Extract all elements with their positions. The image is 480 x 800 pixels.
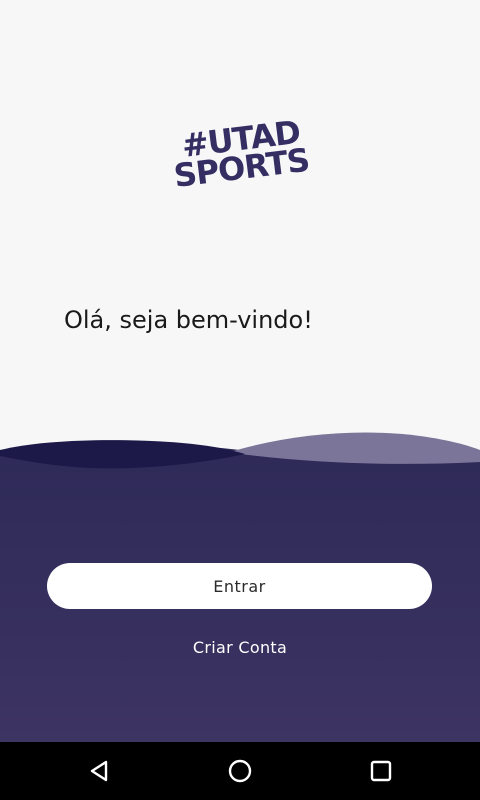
login-button[interactable]: Entrar: [47, 563, 432, 609]
recents-button[interactable]: [341, 742, 421, 800]
recents-icon: [370, 760, 392, 782]
back-button[interactable]: [59, 742, 139, 800]
welcome-screen: #UTAD SPORTS Olá, seja bem-vindo! Entrar…: [0, 0, 480, 800]
home-icon: [228, 759, 252, 783]
back-icon: [90, 760, 108, 782]
android-navigation-bar: [0, 742, 480, 800]
welcome-greeting: Olá, seja bem-vindo!: [64, 306, 313, 334]
utad-sports-logo: #UTAD SPORTS: [172, 113, 312, 200]
create-account-link[interactable]: Criar Conta: [0, 638, 480, 657]
home-button[interactable]: [200, 742, 280, 800]
